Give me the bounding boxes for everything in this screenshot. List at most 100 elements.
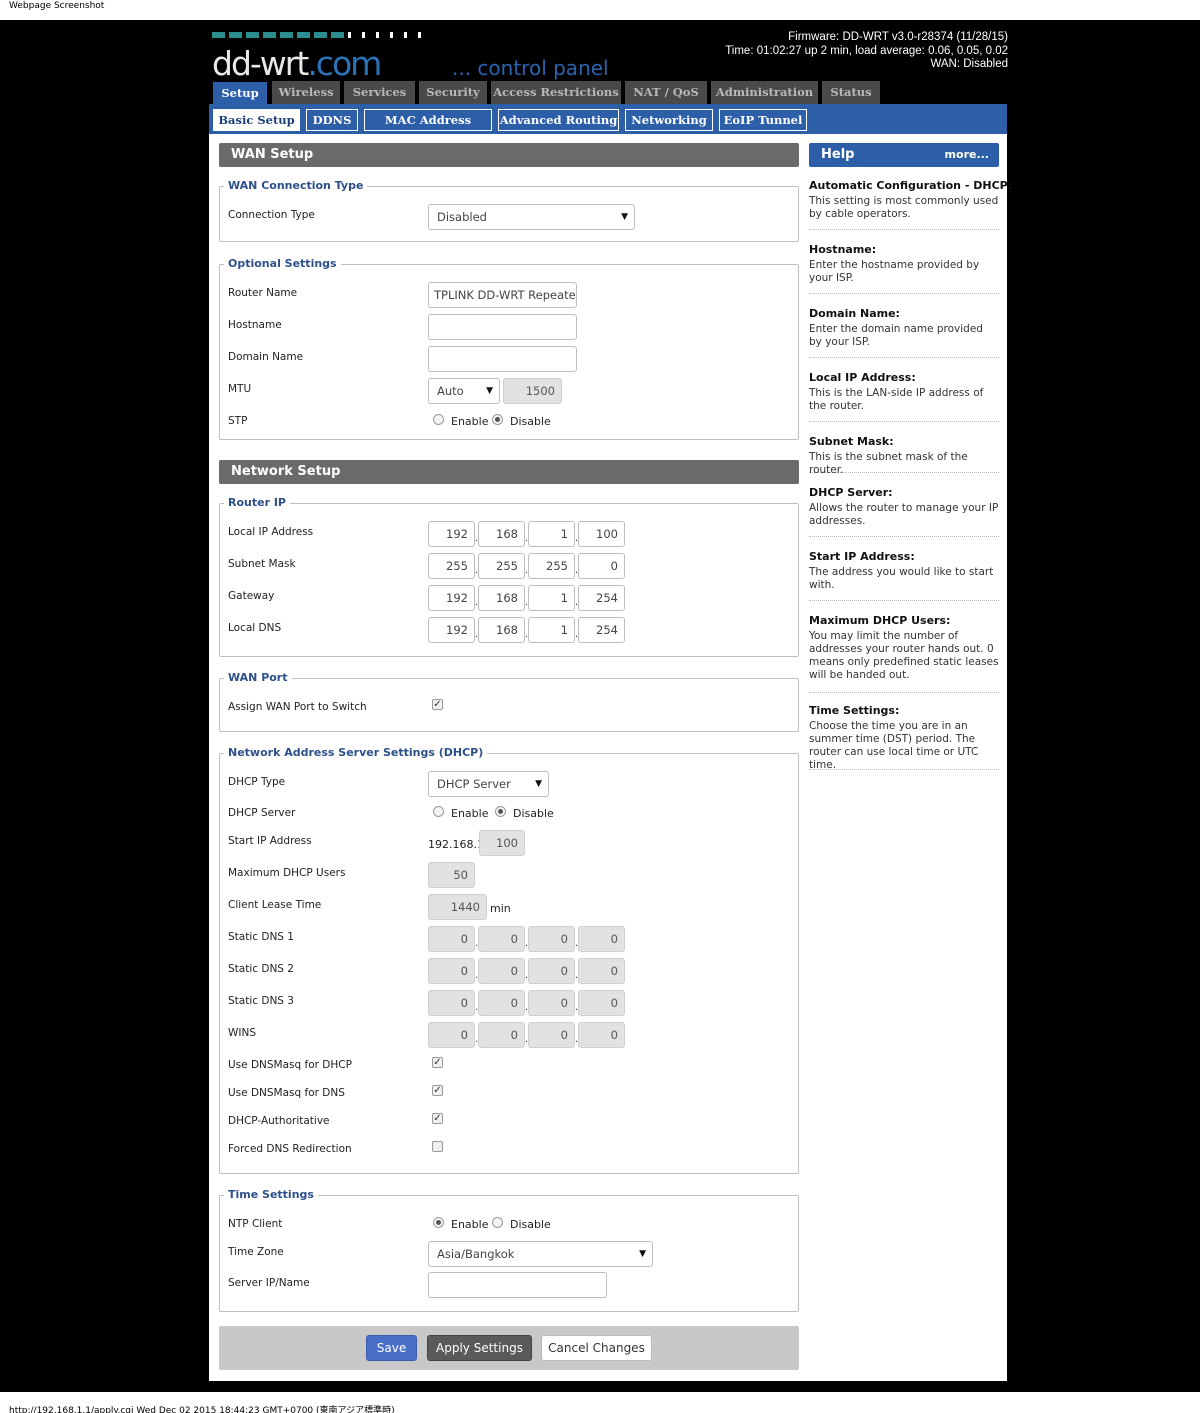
wins-octet-1[interactable]: 0 <box>428 1022 475 1048</box>
static-dns1-octet-4[interactable]: 0 <box>578 926 625 952</box>
wins-octet-2[interactable]: 0 <box>478 1022 525 1048</box>
wan-status: WAN: Disabled <box>930 58 1008 70</box>
logo-tagline: ... control panel <box>452 56 609 80</box>
stp-enable-radio[interactable] <box>433 414 444 425</box>
static-dns3-octet-1[interactable]: 0 <box>428 990 475 1016</box>
dhcp-type-label: DHCP Type <box>228 776 286 788</box>
save-button[interactable]: Save <box>366 1335 417 1361</box>
static-dns3-octet-2[interactable]: 0 <box>478 990 525 1016</box>
stp-disable-radio[interactable] <box>492 414 503 425</box>
wins-octet-3[interactable]: 0 <box>528 1022 575 1048</box>
hostname-label: Hostname <box>228 319 282 331</box>
dnsmasq-dhcp-label: Use DNSMasq for DHCP <box>228 1059 352 1071</box>
mtu-mode-select[interactable]: Auto ▼ <box>428 378 500 404</box>
dhcp-server-label: DHCP Server <box>228 807 296 819</box>
static-dns1-octet-3[interactable]: 0 <box>528 926 575 952</box>
assign-wan-label: Assign WAN Port to Switch <box>228 701 367 713</box>
local-ip-octet-3[interactable]: 1 <box>528 521 575 547</box>
static-dns2-octet-3[interactable]: 0 <box>528 958 575 984</box>
local-ip-octet-1[interactable]: 192 <box>428 521 475 547</box>
static-dns3-octet-3[interactable]: 0 <box>528 990 575 1016</box>
router-name-label: Router Name <box>228 287 298 299</box>
max-dhcp-users-input[interactable]: 50 <box>428 862 475 888</box>
subtab-advanced-routing[interactable]: Advanced Routing <box>498 109 619 131</box>
local-ip-octet-4[interactable]: 100 <box>578 521 625 547</box>
subtab-eoip-tunnel[interactable]: EoIP Tunnel <box>719 109 807 131</box>
dhcp-authoritative-checkbox[interactable]: ✓ <box>432 1113 443 1124</box>
connection-type-select[interactable]: Disabled ▼ <box>428 204 635 230</box>
local-dns-octet-1[interactable]: 192 <box>428 617 475 643</box>
static-dns2-octet-2[interactable]: 0 <box>478 958 525 984</box>
tab-administration[interactable]: Administration <box>711 81 818 104</box>
cancel-changes-button[interactable]: Cancel Changes <box>541 1335 652 1361</box>
local-dns-octet-3[interactable]: 1 <box>528 617 575 643</box>
chevron-down-icon: ▼ <box>486 386 493 396</box>
tab-services[interactable]: Services <box>344 81 415 104</box>
local-dns-octet-2[interactable]: 168 <box>478 617 525 643</box>
subnet-octet-3[interactable]: 255 <box>528 553 575 579</box>
action-bar: Save Apply Settings Cancel Changes <box>219 1326 799 1370</box>
subtab-mac-address-clone[interactable]: MAC Address Clone <box>364 109 492 147</box>
subnet-octet-4[interactable]: 0 <box>578 553 625 579</box>
subnet-mask-label: Subnet Mask <box>228 558 296 570</box>
assign-wan-checkbox[interactable]: ✓ <box>432 699 443 710</box>
subtab-ddns[interactable]: DDNS <box>306 109 358 131</box>
static-dns1-octet-2[interactable]: 0 <box>478 926 525 952</box>
dnsmasq-dhcp-checkbox[interactable]: ✓ <box>432 1057 443 1068</box>
screenshot-caption: Webpage Screenshot <box>9 1 105 11</box>
dnsmasq-dns-checkbox[interactable]: ✓ <box>432 1085 443 1096</box>
ntp-enable-radio[interactable] <box>433 1217 444 1228</box>
static-dns2-octet-4[interactable]: 0 <box>578 958 625 984</box>
ntp-client-label: NTP Client <box>228 1218 283 1230</box>
firmware-version: Firmware: DD-WRT v3.0-r28374 (11/28/15) <box>788 31 1008 43</box>
tab-status[interactable]: Status <box>822 81 880 104</box>
dhcp-server-disable-radio[interactable] <box>495 806 506 817</box>
mtu-value-input[interactable]: 1500 <box>503 378 562 404</box>
tab-nat-qos[interactable]: NAT / QoS <box>625 81 707 104</box>
dhcp-authoritative-label: DHCP-Authoritative <box>228 1115 330 1127</box>
help-item: Automatic Configuration - DHCP: This sett… <box>809 179 1012 230</box>
help-item: Domain Name: Enter the domain name provid… <box>809 307 999 358</box>
forced-dns-checkbox[interactable] <box>432 1141 443 1152</box>
static-dns1-octet-1[interactable]: 0 <box>428 926 475 952</box>
static-dns3-octet-4[interactable]: 0 <box>578 990 625 1016</box>
tab-security[interactable]: Security <box>419 81 487 104</box>
dhcp-server-enable-radio[interactable] <box>433 806 444 817</box>
time-zone-select[interactable]: Asia/Bangkok ▼ <box>428 1241 653 1267</box>
lease-time-label: Client Lease Time <box>228 899 322 911</box>
help-item: Hostname: Enter the hostname provided by … <box>809 243 999 294</box>
help-item: Subnet Mask: This is the subnet mask of t… <box>809 435 999 476</box>
wan-setup-header: WAN Setup <box>219 143 799 167</box>
domain-name-input[interactable] <box>428 346 577 372</box>
gateway-octet-2[interactable]: 168 <box>478 585 525 611</box>
subtab-networking[interactable]: Networking <box>625 109 713 131</box>
start-ip-label: Start IP Address <box>228 835 312 847</box>
gateway-octet-1[interactable]: 192 <box>428 585 475 611</box>
gateway-octet-3[interactable]: 1 <box>528 585 575 611</box>
hostname-input[interactable] <box>428 314 577 340</box>
ntp-disable-radio[interactable] <box>492 1217 503 1228</box>
apply-settings-button[interactable]: Apply Settings <box>427 1335 532 1361</box>
help-item: DHCP Server: Allows the router to manage … <box>809 486 999 537</box>
time-settings-legend: Time Settings <box>224 1188 318 1201</box>
server-ip-input[interactable] <box>428 1272 607 1298</box>
local-ip-octet-2[interactable]: 168 <box>478 521 525 547</box>
subnet-octet-1[interactable]: 255 <box>428 553 475 579</box>
tab-wireless[interactable]: Wireless <box>272 81 340 104</box>
help-more-link[interactable]: more... <box>945 143 989 167</box>
start-ip-input[interactable]: 100 <box>479 830 525 856</box>
local-dns-octet-4[interactable]: 254 <box>578 617 625 643</box>
subnet-octet-2[interactable]: 255 <box>478 553 525 579</box>
stp-label: STP <box>228 415 248 427</box>
lease-time-input[interactable]: 1440 <box>428 894 487 920</box>
lease-time-unit: min <box>490 902 511 915</box>
tab-access-restrictions[interactable]: Access Restrictions <box>491 81 621 104</box>
dhcp-type-select[interactable]: DHCP Server ▼ <box>428 771 549 797</box>
static-dns2-octet-1[interactable]: 0 <box>428 958 475 984</box>
router-name-input[interactable]: TPLINK DD-WRT Repeater <box>428 282 577 308</box>
dhcp-server-disable-label: Disable <box>513 807 554 820</box>
wins-octet-4[interactable]: 0 <box>578 1022 625 1048</box>
subtab-basic-setup[interactable]: Basic Setup <box>213 109 300 131</box>
gateway-octet-4[interactable]: 254 <box>578 585 625 611</box>
dd-wrt-logo: dd-wrt.com ... control panel <box>212 32 642 83</box>
